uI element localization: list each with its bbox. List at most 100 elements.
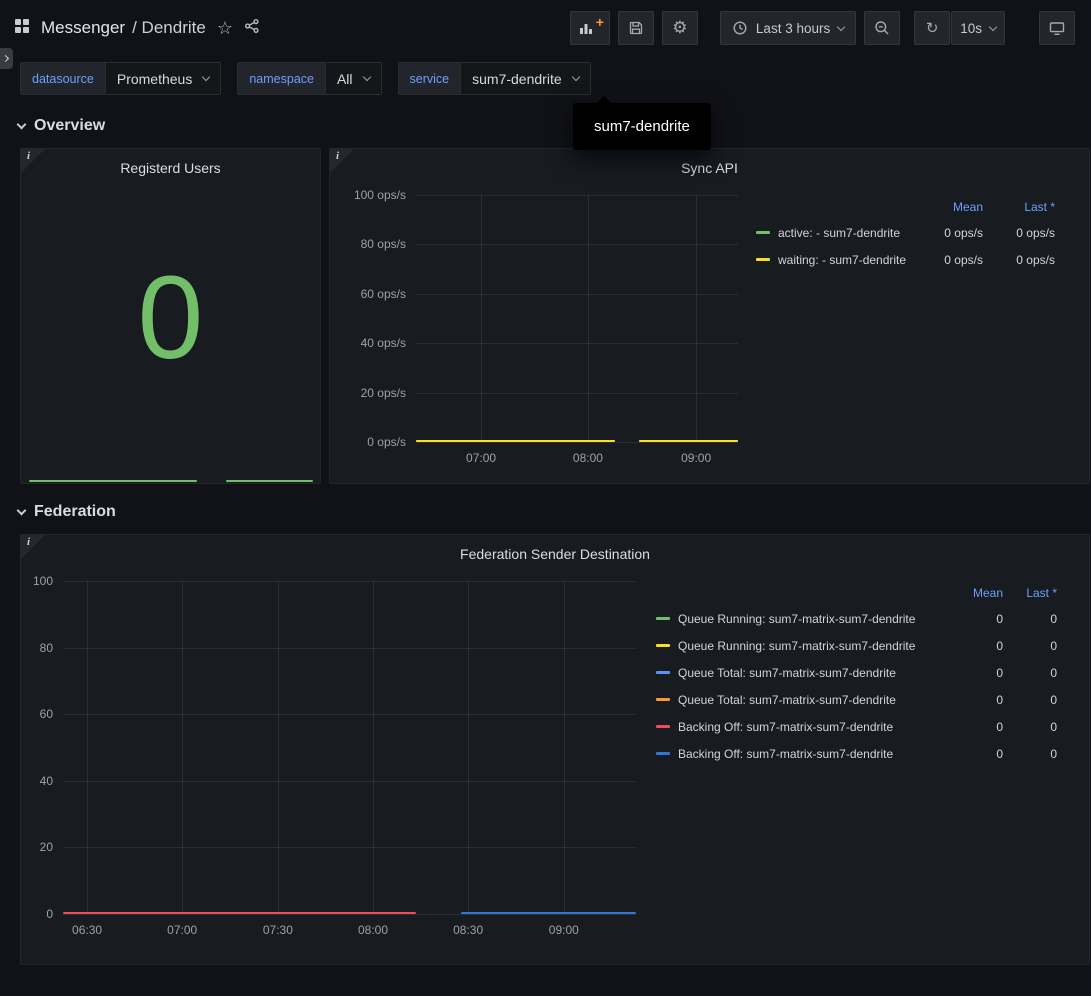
panel-federation-sender: i Federation Sender Destination 10080604… [20,534,1090,965]
gridline [63,581,636,582]
gridline [588,195,589,442]
section-row-overview[interactable]: Overview [18,117,1091,135]
x-tick-label: 08:00 [358,923,388,937]
series-last-value: 0 ops/s [983,253,1055,267]
gridline [278,581,279,914]
series-last-value: 0 ops/s [983,226,1055,240]
section-row-federation[interactable]: Federation [18,503,1091,521]
variable-value: Prometheus [117,71,192,87]
legend-item[interactable]: active: - sum7-dendrite0 ops/s0 ops/s [756,219,1055,246]
chart-body: 100 ops/s80 ops/s60 ops/s40 ops/s20 ops/… [338,195,1081,442]
chevron-down-icon [17,119,27,129]
gridline [63,914,636,915]
chevron-down-icon [202,73,210,81]
variable-namespace: namespaceAll [237,62,381,95]
legend-item[interactable]: Backing Off: sum7-matrix-sum7-dendrite00 [656,740,1057,767]
legend-item[interactable]: waiting: - sum7-dendrite0 ops/s0 ops/s [756,246,1055,273]
panel-title[interactable]: Federation Sender Destination [29,543,1081,565]
y-tick-label: 60 [40,707,53,721]
series-last-value: 0 [1003,639,1057,653]
x-tick-label: 08:30 [453,923,483,937]
dashboards-grid-icon[interactable] [14,18,30,39]
legend-header[interactable]: Last * [983,200,1055,214]
series-last-value: 0 [1003,693,1057,707]
series-mean-value: 0 ops/s [911,253,983,267]
x-tick-label: 07:00 [466,451,496,465]
overview-panel-row: i Registerd Users 0 i Sync API 100 ops/s… [20,148,1090,484]
legend-item[interactable]: Queue Total: sum7-matrix-sum7-dendrite00 [656,659,1057,686]
legend-header[interactable]: Last * [1003,586,1057,600]
y-tick-label: 20 [40,840,53,854]
chart-plot-area[interactable]: 07:0008:0009:00 [416,195,738,442]
variable-value-dropdown[interactable]: All [325,63,381,94]
y-tick-label: 100 ops/s [354,188,406,202]
legend-item[interactable]: Queue Total: sum7-matrix-sum7-dendrite00 [656,686,1057,713]
variable-service: servicesum7-dendrite [398,62,591,95]
variable-value-dropdown[interactable]: sum7-dendrite [460,63,590,94]
legend-header[interactable]: Mean [911,200,983,214]
x-tick-label: 09:00 [681,451,711,465]
panel-title[interactable]: Sync API [338,157,1081,179]
save-icon [628,20,644,36]
favorite-star-icon[interactable]: ☆ [217,19,233,37]
chart-legend: MeanLast *active: - sum7-dendrite0 ops/s… [756,195,1081,273]
dashboard-settings-button[interactable]: ⚙ [662,11,698,45]
refresh-button[interactable]: ↻ [914,11,950,45]
refresh-interval-dropdown[interactable]: 10s [951,11,1005,45]
panel-title[interactable]: Registerd Users [29,157,312,179]
series-name: active: - sum7-dendrite [778,226,911,240]
legend-header[interactable]: Mean [949,586,1003,600]
time-range-label: Last 3 hours [756,21,830,36]
series-line [639,440,738,442]
series-name: Queue Running: sum7-matrix-sum7-dendrite [678,612,949,626]
share-icon[interactable] [244,18,260,39]
gridline [416,195,738,196]
series-line [63,912,416,914]
series-color-marker [656,752,670,755]
series-mean-value: 0 [949,612,1003,626]
info-glyph: i [27,150,30,162]
save-dashboard-button[interactable] [618,11,654,45]
variables-row: datasourcePrometheusnamespaceAllservices… [0,56,1091,105]
series-mean-value: 0 [949,639,1003,653]
series-color-marker [656,617,670,620]
legend-item[interactable]: Queue Running: sum7-matrix-sum7-dendrite… [656,605,1057,632]
gridline [63,781,636,782]
y-tick-label: 60 ops/s [361,287,406,301]
tv-mode-button[interactable] [1039,11,1075,45]
variable-label: namespace [238,63,325,94]
series-color-marker [656,725,670,728]
panel-registered-users: i Registerd Users 0 [20,148,321,484]
series-last-value: 0 [1003,612,1057,626]
legend-header-row: MeanLast * [756,195,1055,219]
gridline [416,244,738,245]
breadcrumb: Messenger / Dendrite [41,18,206,38]
add-panel-button[interactable]: + [570,11,610,45]
chart-plot-area[interactable]: 06:3007:0007:3008:0008:3009:00 [63,581,636,914]
refresh-interval-label: 10s [960,21,982,36]
sidebar-expand-button[interactable] [0,48,13,69]
legend-item[interactable]: Backing Off: sum7-matrix-sum7-dendrite00 [656,713,1057,740]
sparkline-segment [226,480,313,482]
plus-icon: + [596,15,604,29]
x-tick-label: 07:30 [263,923,293,937]
series-name: Queue Running: sum7-matrix-sum7-dendrite [678,639,949,653]
variable-value-dropdown[interactable]: Prometheus [105,63,220,94]
series-last-value: 0 [1003,666,1057,680]
gridline [416,393,738,394]
time-range-picker[interactable]: Last 3 hours [720,11,856,45]
series-mean-value: 0 [949,747,1003,761]
legend-item[interactable]: Queue Running: sum7-matrix-sum7-dendrite… [656,632,1057,659]
zoom-out-icon [874,20,890,36]
breadcrumb-folder[interactable]: Messenger [41,18,125,38]
gridline [696,195,697,442]
y-tick-label: 80 [40,641,53,655]
zoom-out-time-button[interactable] [864,11,900,45]
x-tick-label: 07:00 [167,923,197,937]
x-tick-label: 06:30 [72,923,102,937]
chevron-down-icon [989,22,997,30]
gridline [416,343,738,344]
panel-sync-api: i Sync API 100 ops/s80 ops/s60 ops/s40 o… [329,148,1090,484]
y-tick-label: 100 [33,574,53,588]
series-line [461,912,636,914]
